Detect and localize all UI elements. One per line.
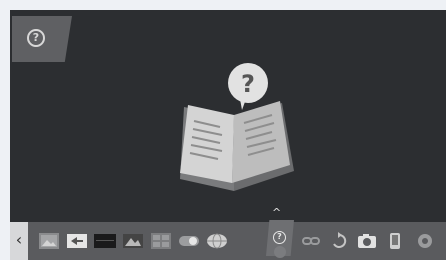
- gallery-icon[interactable]: [120, 230, 146, 252]
- help-circle-icon: ?: [27, 29, 45, 47]
- recycle-icon[interactable]: [326, 230, 352, 252]
- help-circle-icon: ?: [273, 231, 286, 244]
- dark-display-icon[interactable]: [92, 230, 118, 252]
- grid-icon[interactable]: [148, 230, 174, 252]
- help-screen: ? ? ‹ ? ^: [10, 10, 446, 260]
- camera-icon[interactable]: [354, 230, 380, 252]
- picture-icon[interactable]: [36, 230, 62, 252]
- globe-icon[interactable]: [204, 230, 230, 252]
- phone-icon[interactable]: [382, 230, 408, 252]
- question-mark: ?: [241, 70, 255, 98]
- link-icon[interactable]: [298, 230, 324, 252]
- app-dock: ‹ ?: [10, 220, 446, 260]
- dock-back-button[interactable]: ‹: [10, 222, 28, 260]
- active-indicator-dot: [274, 246, 286, 258]
- input-icon[interactable]: [64, 230, 90, 252]
- expand-dock-caret[interactable]: ^: [272, 206, 281, 219]
- settings-icon[interactable]: [412, 230, 438, 252]
- help-button[interactable]: ?: [12, 16, 72, 62]
- open-book-question-icon: ?: [180, 63, 294, 191]
- toggle-icon[interactable]: [176, 230, 202, 252]
